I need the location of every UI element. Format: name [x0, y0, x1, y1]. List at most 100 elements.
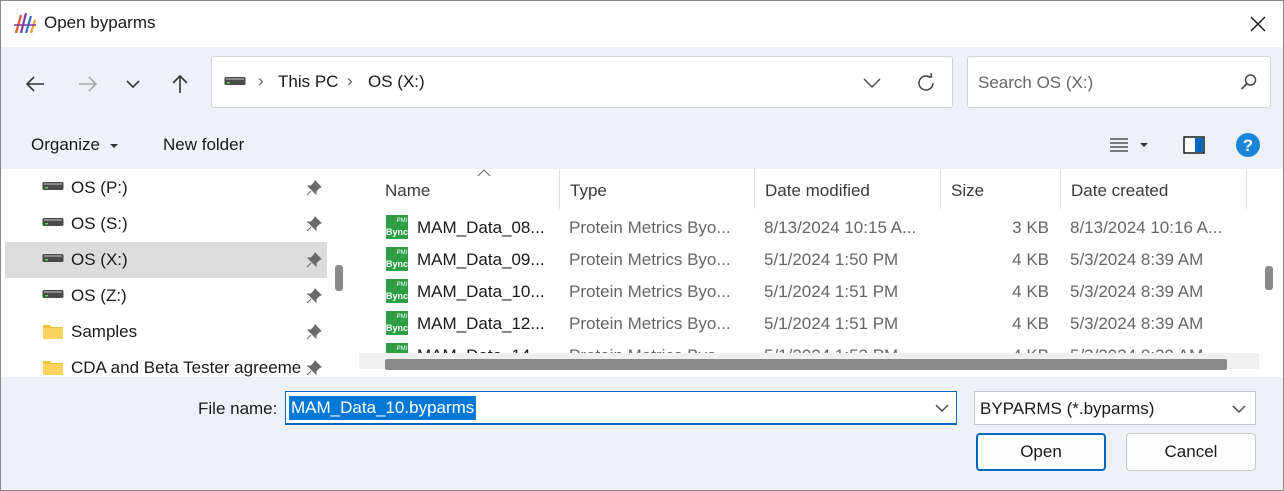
drive-icon	[42, 182, 64, 190]
dialog-footer: File name: MAM_Data_10.byparms BYPARMS (…	[1, 377, 1283, 490]
arrow-left-icon	[25, 76, 44, 92]
preview-pane-button[interactable]	[1181, 131, 1207, 159]
drive-icon	[42, 254, 64, 262]
column-header-name[interactable]: Name	[375, 169, 560, 209]
pin-icon	[306, 324, 322, 340]
column-header-label: Size	[951, 181, 985, 200]
breadcrumb-separator: ›	[347, 71, 353, 90]
back-button[interactable]	[18, 67, 52, 101]
refresh-button[interactable]	[910, 67, 942, 99]
file-name: MAM_Data_09...	[417, 250, 545, 269]
nav-item-samples[interactable]: Samples	[5, 314, 327, 350]
column-divider[interactable]	[1246, 169, 1247, 209]
drive-icon	[42, 218, 64, 226]
recent-locations-button[interactable]	[116, 67, 150, 101]
nav-item-os-s[interactable]: OS (S:)	[5, 206, 327, 242]
column-header-label: Name	[385, 181, 431, 200]
column-header-label: Date created	[1071, 181, 1169, 200]
command-toolbar: Organize New folder ?	[1, 121, 1283, 169]
app-logo-icon	[14, 12, 37, 34]
nav-item-os-z[interactable]: OS (Z:)	[5, 278, 327, 314]
file-size: 4 KB	[1012, 282, 1049, 301]
up-button[interactable]	[163, 67, 197, 101]
horizontal-scrollbar-thumb[interactable]	[385, 359, 1227, 370]
column-header-label: Type	[570, 181, 607, 200]
drive-icon	[42, 290, 64, 298]
file-date-modified: 5/1/2024 1:51 PM	[764, 282, 899, 301]
file-date-modified: 5/1/2024 1:51 PM	[764, 314, 899, 333]
table-row[interactable]: PMI Bync MAM_Data_10... Protein Metrics …	[379, 275, 1247, 307]
close-icon	[1250, 16, 1266, 32]
open-button[interactable]: Open	[976, 433, 1106, 471]
arrow-up-icon	[172, 74, 188, 93]
sort-ascending-icon	[477, 169, 491, 177]
pin-icon	[306, 216, 322, 232]
organize-button[interactable]: Organize	[31, 135, 119, 155]
pin-icon	[306, 288, 322, 304]
pin-icon	[306, 252, 322, 268]
file-icon-top-text: PMI	[397, 346, 408, 352]
column-header-size[interactable]: Size	[941, 169, 1061, 209]
help-button[interactable]: ?	[1235, 131, 1261, 159]
organize-label: Organize	[31, 135, 100, 154]
list-view-icon	[1110, 138, 1128, 152]
file-name-label: File name:	[198, 399, 278, 418]
file-icon-top-text: PMI	[397, 250, 408, 256]
file-icon-bottom-text: Bync	[386, 323, 408, 333]
navigation-pane: OS (P:) OS (S:) OS (X:) OS (Z:) Samples …	[5, 169, 329, 377]
breadcrumb-this-pc[interactable]: This PC	[278, 72, 338, 92]
file-name-input[interactable]: MAM_Data_10.byparms	[285, 391, 957, 425]
close-button[interactable]	[1235, 5, 1281, 43]
vertical-scrollbar-thumb[interactable]	[1265, 266, 1273, 290]
file-name: MAM_Data_10...	[417, 282, 545, 301]
nav-item-label: CDA and Beta Tester agreeme	[71, 358, 302, 377]
column-header-type[interactable]: Type	[560, 169, 755, 209]
caret-down-icon	[1140, 143, 1148, 147]
breadcrumb-os-x[interactable]: OS (X:)	[368, 72, 425, 92]
forward-button[interactable]	[71, 67, 105, 101]
table-row[interactable]: PMI Bync MAM_Data_12... Protein Metrics …	[379, 307, 1247, 339]
caret-down-icon	[109, 143, 118, 148]
file-date-created: 5/3/2024 8:39 AM	[1070, 250, 1204, 269]
file-icon-bottom-text: Bync	[386, 291, 408, 301]
new-folder-button[interactable]: New folder	[163, 135, 244, 155]
address-bar[interactable]: › This PC › OS (X:)	[211, 56, 953, 108]
file-name: MAM_Data_08...	[417, 218, 545, 237]
pin-icon	[306, 360, 322, 376]
chevron-down-icon	[126, 80, 140, 89]
table-row[interactable]: PMI Bync MAM_Data_08... Protein Metrics …	[379, 211, 1247, 243]
file-icon-top-text: PMI	[397, 282, 408, 288]
chevron-down-icon	[863, 78, 881, 88]
window-title: Open byparms	[44, 13, 156, 32]
file-name: MAM_Data_12...	[417, 314, 545, 333]
byparms-file-icon: PMI Bync	[386, 311, 408, 335]
file-size: 3 KB	[1012, 218, 1049, 237]
file-icon-bottom-text: Bync	[386, 227, 408, 237]
file-type-select[interactable]: BYPARMS (*.byparms)	[974, 391, 1256, 425]
nav-item-label: OS (S:)	[71, 214, 128, 233]
search-box[interactable]	[967, 56, 1271, 108]
view-options-button[interactable]	[1105, 131, 1153, 159]
navigation-bar: › This PC › OS (X:)	[1, 47, 1283, 121]
address-history-button[interactable]	[857, 69, 887, 97]
cancel-button[interactable]: Cancel	[1126, 433, 1256, 471]
file-name-value[interactable]: MAM_Data_10.byparms	[289, 396, 477, 420]
chevron-down-icon[interactable]	[934, 398, 950, 418]
arrow-right-icon	[79, 76, 98, 92]
nav-item-cda-agreement[interactable]: CDA and Beta Tester agreeme	[5, 350, 327, 377]
search-input[interactable]	[978, 69, 1228, 97]
open-file-dialog: Open byparms › This PC › OS (X:) Search …	[0, 0, 1284, 491]
file-icon-top-text: PMI	[397, 314, 408, 320]
table-row[interactable]: PMI Bync MAM_Data_09... Protein Metrics …	[379, 243, 1247, 275]
nav-item-os-x[interactable]: OS (X:)	[5, 242, 327, 278]
breadcrumb-separator: ›	[258, 71, 264, 90]
column-header-date-created[interactable]: Date created	[1061, 169, 1247, 209]
column-header-date-modified[interactable]: Date modified	[755, 169, 941, 209]
navigation-pane-scrollbar[interactable]	[335, 265, 343, 291]
file-type: Protein Metrics Byo...	[569, 314, 731, 333]
byparms-file-icon: PMI Bync	[386, 215, 408, 239]
refresh-icon	[918, 72, 934, 91]
file-size: 4 KB	[1012, 314, 1049, 333]
nav-item-os-p[interactable]: OS (P:)	[5, 170, 327, 206]
help-glyph: ?	[1243, 136, 1253, 155]
